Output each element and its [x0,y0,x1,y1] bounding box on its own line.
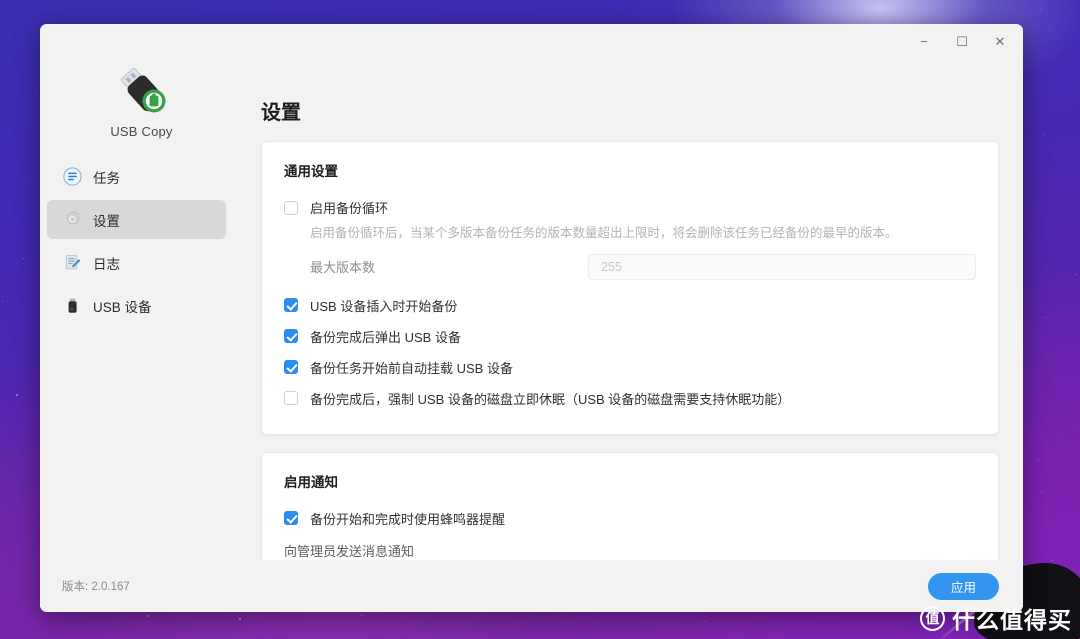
usb-copy-window: − ☐ ✕ USB Copy 任务 设置 日志 USB 设备 设置 通用设置 启… [40,24,1023,612]
version-label: 版本: 2.0.167 [62,578,130,594]
page-title: 设置 [243,58,1023,141]
sidebar-item-tasks[interactable]: 任务 [47,157,226,196]
enable-rotation-checkbox[interactable] [284,201,298,215]
enable-rotation-row[interactable]: 启用备份循环 [284,194,976,221]
option-row[interactable]: 备份任务开始前自动挂载 USB 设备 [284,354,976,381]
window-titlebar[interactable]: − ☐ ✕ [40,24,1023,58]
usb-drive-icon [113,64,171,116]
buzzer-row[interactable]: 备份开始和完成时使用蜂鸣器提醒 [284,505,976,532]
start-on-insert-checkbox[interactable] [284,298,298,312]
general-settings-card: 通用设置 启用备份循环 启用备份循环后，当某个多版本备份任务的版本数量超出上限时… [261,141,999,435]
usb-device-icon [63,296,82,315]
desktop-background: − ☐ ✕ USB Copy 任务 设置 日志 USB 设备 设置 通用设置 启… [0,0,1080,639]
admin-notify-label: 向管理员发送消息通知 [284,541,976,560]
buzzer-checkbox[interactable] [284,511,298,525]
sidebar-item-usb-devices[interactable]: USB 设备 [47,286,226,325]
apply-button[interactable]: 应用 [928,573,999,600]
notification-card: 启用通知 备份开始和完成时使用蜂鸣器提醒 向管理员发送消息通知 备份开始时 [261,452,999,560]
main-content: 设置 通用设置 启用备份循环 启用备份循环后，当某个多版本备份任务的版本数量超出… [243,58,1023,560]
window-footer: 版本: 2.0.167 应用 [40,560,1023,612]
option-row[interactable]: 备份完成后弹出 USB 设备 [284,323,976,350]
eject-after-backup-checkbox[interactable] [284,329,298,343]
sidebar-item-settings[interactable]: 设置 [47,200,226,239]
enable-rotation-label: 启用备份循环 [310,198,388,217]
sidebar-item-label: 设置 [93,210,120,230]
max-versions-label: 最大版本数 [310,257,588,276]
max-versions-row: 最大版本数 [284,254,976,280]
sidebar-item-label: 任务 [93,167,120,187]
buzzer-label: 备份开始和完成时使用蜂鸣器提醒 [310,509,505,528]
brand-block: USB Copy [40,60,243,155]
task-list-icon [63,167,82,186]
sidebar-item-label: 日志 [93,253,120,273]
settings-scroll-area: 通用设置 启用备份循环 启用备份循环后，当某个多版本备份任务的版本数量超出上限时… [243,141,1023,560]
option-label: USB 设备插入时开始备份 [310,296,457,315]
option-label: 备份完成后，强制 USB 设备的磁盘立即休眠（USB 设备的磁盘需要支持休眠功能… [310,389,790,408]
maximize-icon[interactable]: ☐ [943,27,981,55]
option-label: 备份完成后弹出 USB 设备 [310,327,461,346]
max-versions-input[interactable] [588,254,976,280]
option-row[interactable]: 备份完成后，强制 USB 设备的磁盘立即休眠（USB 设备的磁盘需要支持休眠功能… [284,385,976,412]
close-icon[interactable]: ✕ [981,27,1019,55]
option-label: 备份任务开始前自动挂载 USB 设备 [310,358,513,377]
option-row[interactable]: USB 设备插入时开始备份 [284,292,976,319]
log-document-icon [63,253,82,272]
minimize-icon[interactable]: − [905,27,943,55]
gear-icon [63,210,82,229]
brand-name: USB Copy [110,124,172,139]
enable-rotation-hint: 启用备份循环后，当某个多版本备份任务的版本数量超出上限时，将会删除该任务已经备份… [284,224,976,243]
sidebar: USB Copy 任务 设置 日志 USB 设备 [40,58,243,560]
sidebar-item-logs[interactable]: 日志 [47,243,226,282]
sidebar-item-label: USB 设备 [93,296,152,316]
auto-mount-checkbox[interactable] [284,360,298,374]
general-settings-title: 通用设置 [284,160,976,180]
force-hibernate-checkbox[interactable] [284,391,298,405]
notification-title: 启用通知 [284,471,976,491]
